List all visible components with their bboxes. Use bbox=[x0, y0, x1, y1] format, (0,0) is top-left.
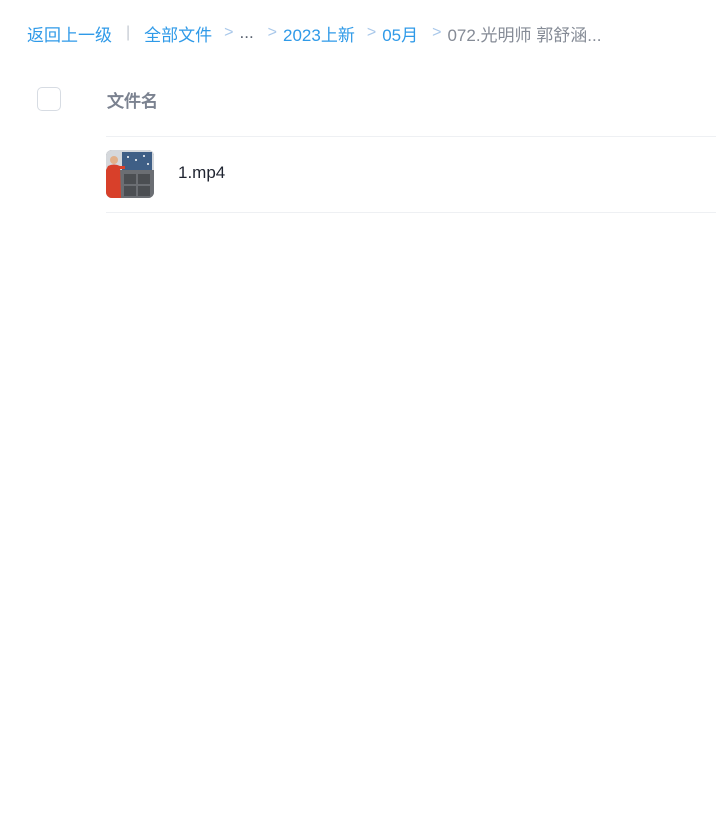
breadcrumb-separator: > bbox=[267, 24, 278, 41]
select-all-checkbox[interactable] bbox=[37, 87, 61, 111]
breadcrumb-item-2023[interactable]: 2023上新 bbox=[283, 21, 355, 46]
breadcrumb-separator: > bbox=[224, 24, 234, 41]
breadcrumb-root[interactable]: 全部文件 bbox=[144, 21, 212, 46]
breadcrumb-ellipsis[interactable]: ... bbox=[240, 23, 254, 43]
file-name[interactable]: 1.mp4 bbox=[178, 163, 225, 183]
breadcrumb: 返回上一级 | 全部文件 > ... > 2023上新 > 05月 > 072.… bbox=[27, 20, 601, 46]
file-browser-page: 返回上一级 | 全部文件 > ... > 2023上新 > 05月 > 072.… bbox=[0, 0, 716, 829]
row-divider bbox=[106, 212, 716, 213]
back-link[interactable]: 返回上一级 bbox=[27, 21, 112, 46]
breadcrumb-separator: > bbox=[366, 24, 377, 41]
video-thumbnail[interactable] bbox=[106, 150, 154, 198]
breadcrumb-divider: | bbox=[126, 24, 131, 41]
file-row[interactable]: 1.mp4 bbox=[106, 137, 716, 212]
column-header-filename[interactable]: 文件名 bbox=[107, 87, 158, 112]
video-thumbnail-image bbox=[106, 150, 154, 198]
breadcrumb-separator: > bbox=[432, 24, 442, 41]
breadcrumb-current: 072.光明师 郭舒涵... bbox=[447, 25, 602, 45]
breadcrumb-item-05[interactable]: 05月 bbox=[382, 21, 418, 46]
file-list-header: 文件名 bbox=[0, 62, 716, 136]
